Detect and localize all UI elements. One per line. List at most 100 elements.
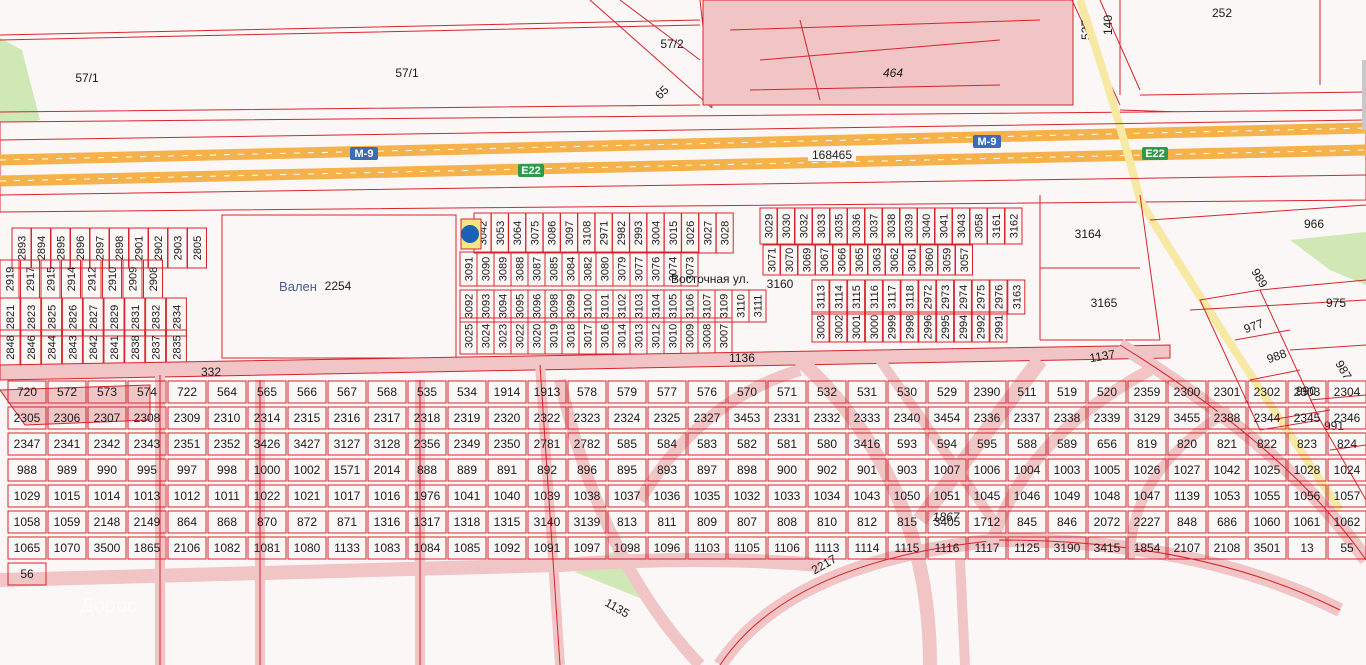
parcel-number: 1098: [614, 541, 641, 555]
parcel-number: 2352: [214, 437, 241, 451]
parcel-number: 2351: [174, 437, 201, 451]
parcel-number: 3094: [498, 294, 510, 318]
parcel-number: 3111: [753, 295, 765, 318]
parcel-number: 3426: [254, 437, 281, 451]
location-marker[interactable]: [460, 218, 482, 250]
parcel-number: 3102: [617, 294, 629, 318]
parcel-number: 2895: [56, 236, 68, 260]
parcel-number: 1029: [14, 489, 41, 503]
parcel-number: 1865: [134, 541, 161, 555]
parcel-number: 2107: [1174, 541, 1201, 555]
parcel-number: 2302: [1254, 385, 1281, 399]
parcel-number: 2322: [534, 411, 561, 425]
parcel-number: 55: [1340, 541, 1354, 555]
parcel-number: 989: [57, 463, 77, 477]
parcel-number: 3027: [702, 221, 714, 245]
parcel-number: 534: [457, 385, 477, 399]
parcel-number: 864: [177, 515, 197, 529]
parcel-number: 3020: [532, 324, 544, 348]
parcel-number: 3071: [767, 248, 779, 272]
parcel-number: 520: [1097, 385, 1117, 399]
parcel-number: 3038: [886, 214, 898, 238]
parcel-number: 1059: [54, 515, 81, 529]
parcel-number: 1062: [1334, 515, 1361, 529]
parcel-number: 897: [697, 463, 717, 477]
parcel-number: 2106: [174, 541, 201, 555]
parcel-number: 1056: [1294, 489, 1321, 503]
parcel-number: 812: [857, 515, 877, 529]
parcel-number: 809: [697, 515, 717, 529]
parcel-number: 893: [657, 463, 677, 477]
parcel-number: 594: [937, 437, 957, 451]
parcel-number: 2823: [26, 305, 38, 329]
parcel-number: 2992: [976, 315, 988, 339]
parcel-252: 252: [1212, 6, 1232, 20]
parcel-number: 2909: [128, 267, 140, 291]
parcel-966: 966: [1304, 217, 1324, 231]
parcel-number: 1058: [14, 515, 41, 529]
parcel-number: 1317: [414, 515, 441, 529]
parcel-number: 3415: [1094, 541, 1121, 555]
parcel-number: 2827: [88, 305, 100, 329]
parcel-number: 3004: [651, 221, 663, 245]
cadastral-map[interactable]: 57/1 57/1 57/2 65 464 527 140 252 M-9 M-…: [0, 0, 1366, 665]
scrollbar[interactable]: [1362, 60, 1366, 130]
parcel-number: 3127: [334, 437, 361, 451]
parcel-number: 2831: [130, 305, 142, 329]
parcel-number: 1105: [734, 541, 760, 555]
parcel-number: 3454: [934, 411, 961, 425]
parcel-number: 3107: [702, 294, 714, 318]
parcel-number: 998: [217, 463, 237, 477]
parcel-number: 577: [657, 385, 677, 399]
parcel-number: 56: [20, 567, 34, 581]
parcel-number: 2309: [174, 411, 201, 425]
parcel-number: 3026: [685, 221, 697, 245]
parcel-number: 3061: [907, 248, 919, 272]
parcel-2254: 2254: [325, 279, 352, 293]
parcel-number: 2832: [151, 305, 163, 329]
parcel-number: 2388: [1214, 411, 1241, 425]
parcel-number: 720: [17, 385, 37, 399]
parcel-number: 3093: [481, 294, 493, 318]
parcel-number: 2072: [1094, 515, 1121, 529]
parcel-number: 1976: [414, 489, 441, 503]
parcel-number: 2915: [46, 267, 58, 291]
parcel-number: 1318: [454, 515, 481, 529]
parcel-number: 3163: [1011, 285, 1023, 309]
parcel-number: 574: [137, 385, 157, 399]
parcel-number: 2327: [694, 411, 721, 425]
parcel-number: 848: [1177, 515, 1197, 529]
parcel-number: 2841: [109, 335, 121, 359]
parcel-number: 2318: [414, 411, 441, 425]
parcel-number: 2838: [130, 335, 142, 359]
parcel-number: 1042: [1214, 463, 1241, 477]
parcel-number: 3095: [515, 294, 527, 318]
road-label-1136: 1136: [729, 351, 755, 365]
parcel-number: 1039: [534, 489, 561, 503]
parcel-number: 13: [1300, 541, 1314, 555]
parcel-number: 872: [297, 515, 317, 529]
parcel-number: 3087: [532, 257, 544, 281]
parcel-number: 2843: [67, 335, 79, 359]
parcel-number: 811: [657, 515, 676, 529]
parcel-number: 2971: [599, 221, 611, 245]
parcel-number: 1026: [1134, 463, 1161, 477]
parcel-number: 1080: [294, 541, 321, 555]
parcel-number: 870: [257, 515, 277, 529]
parcel-number: 845: [1017, 515, 1037, 529]
parcel-number: 1117: [975, 541, 1000, 555]
route-label-right: M-9: [978, 136, 997, 148]
parcel-number: 1015: [54, 489, 81, 503]
parcel-number: 3018: [566, 324, 578, 348]
parcel-number: 1047: [1134, 489, 1161, 503]
parcel-number: 2829: [109, 305, 121, 329]
parcel-number: 519: [1057, 385, 1077, 399]
parcel-number: 2991: [994, 315, 1006, 339]
parcel-number: 2323: [574, 411, 601, 425]
parcel-number: 2319: [454, 411, 481, 425]
parcel-number: 3161: [991, 214, 1003, 238]
parcel-number: 1033: [774, 489, 801, 503]
parcel-number: 2336: [974, 411, 1001, 425]
parcel-number: 3084: [566, 257, 578, 281]
parcel-number: 2982: [616, 221, 628, 245]
